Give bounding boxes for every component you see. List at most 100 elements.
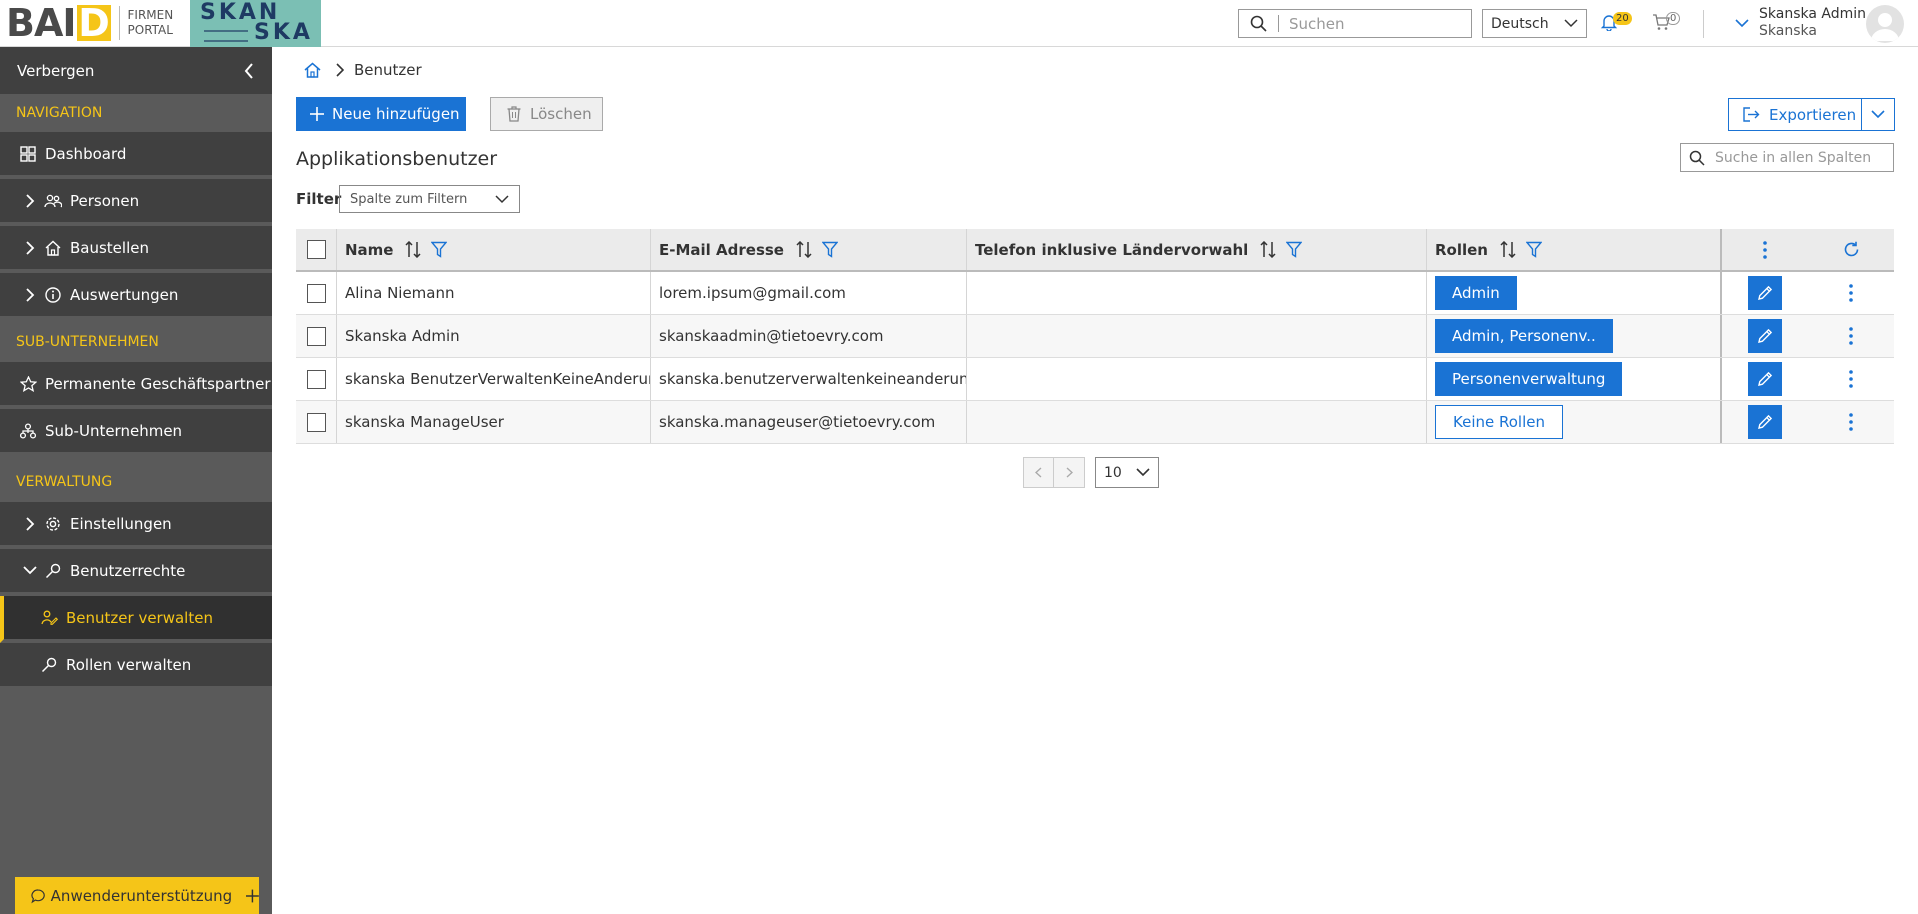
sidebar-item-reports[interactable]: Auswertungen: [0, 273, 272, 320]
row-checkbox[interactable]: [306, 369, 326, 389]
next-page-button[interactable]: [1054, 457, 1085, 488]
table-row[interactable]: skanska BenutzerVerwaltenKeineAnderung s…: [296, 358, 1894, 401]
cell-phone: [967, 358, 1427, 400]
more-vertical-icon[interactable]: [1849, 284, 1853, 302]
user-company: Skanska: [1759, 23, 1817, 39]
more-vertical-icon[interactable]: [1849, 327, 1853, 345]
chevron-down-icon: [18, 566, 42, 575]
home-icon: [42, 240, 64, 256]
chat-icon: [31, 888, 45, 903]
trash-icon: [507, 106, 521, 122]
user-avatar-icon: [1871, 13, 1899, 41]
filter-icon[interactable]: [1286, 241, 1303, 258]
support-button[interactable]: Anwenderunterstützung: [15, 877, 259, 914]
sort-icon[interactable]: [796, 241, 812, 258]
gear-icon: [42, 516, 64, 532]
sidebar-item-partners[interactable]: Permanente Geschäftspartner: [0, 362, 272, 409]
filter-icon[interactable]: [821, 241, 838, 258]
sidebar-item-sites[interactable]: Baustellen: [0, 226, 272, 273]
export-options-button[interactable]: [1861, 98, 1895, 131]
cell-name: Skanska Admin: [337, 315, 651, 357]
info-icon: [42, 286, 64, 303]
prev-page-button[interactable]: [1023, 457, 1054, 488]
refresh-icon[interactable]: [1843, 241, 1860, 258]
grid-icon: [17, 145, 39, 162]
export-button[interactable]: Exportieren: [1728, 98, 1862, 131]
user-name: Skanska Admin: [1759, 6, 1867, 22]
cart-button[interactable]: 0: [1652, 12, 1681, 35]
user-menu[interactable]: Skanska Admin Skanska: [1735, 6, 1866, 40]
section-title-sub-companies: SUB-UNTERNEHMEN: [16, 334, 159, 350]
user-edit-icon: [38, 610, 60, 625]
chevron-right-icon: [18, 516, 42, 531]
sidebar-item-dashboard[interactable]: Dashboard: [0, 132, 272, 179]
edit-button[interactable]: [1748, 405, 1782, 439]
page-size-select[interactable]: 10: [1095, 457, 1159, 488]
sidebar-item-user-rights[interactable]: Benutzerrechte: [0, 549, 272, 596]
role-tag[interactable]: Admin: [1435, 276, 1517, 310]
column-options-icon[interactable]: [1763, 240, 1767, 259]
cell-email: skanskaadmin@tietoevry.com: [651, 315, 967, 357]
table-row[interactable]: Alina Niemann lorem.ipsum@gmail.com Admi…: [296, 272, 1894, 315]
filter-label: Filter: [296, 190, 342, 208]
cell-phone: [967, 315, 1427, 357]
filter-icon[interactable]: [431, 241, 448, 258]
avatar[interactable]: [1866, 5, 1904, 43]
add-new-button[interactable]: Neue hinzufügen: [296, 97, 466, 131]
edit-button[interactable]: [1748, 319, 1782, 353]
sidebar-item-settings[interactable]: Einstellungen: [0, 502, 272, 549]
cell-phone: [967, 401, 1427, 443]
role-tag[interactable]: Personenverwaltung: [1435, 362, 1623, 396]
sidebar-item-persons[interactable]: Personen: [0, 179, 272, 226]
sidebar-item-manage-roles[interactable]: Rollen verwalten: [0, 643, 272, 690]
language-select[interactable]: Deutsch: [1482, 9, 1587, 38]
table-row[interactable]: Skanska Admin skanskaadmin@tietoevry.com…: [296, 315, 1894, 358]
delete-button[interactable]: Löschen: [490, 97, 603, 131]
chevron-right-icon: [336, 63, 344, 77]
more-vertical-icon[interactable]: [1849, 413, 1853, 431]
edit-button[interactable]: [1748, 276, 1782, 310]
sort-icon[interactable]: [1500, 241, 1516, 258]
edit-button[interactable]: [1748, 362, 1782, 396]
chevron-right-icon: [18, 287, 42, 302]
pencil-icon: [1758, 414, 1773, 429]
global-search-input[interactable]: [1279, 14, 1469, 33]
chevron-left-icon: [1035, 467, 1042, 478]
sort-icon[interactable]: [1260, 241, 1276, 258]
sort-icon[interactable]: [405, 241, 422, 258]
global-search[interactable]: [1238, 9, 1472, 38]
main-content: Benutzer Neue hinzufügen Löschen Exporti…: [272, 47, 1918, 914]
sidebar-item-subcompanies[interactable]: Sub-Unternehmen: [0, 409, 272, 456]
users-table: Name E-Mail Adresse Telefon inklusive Lä…: [296, 229, 1894, 444]
select-all-checkbox[interactable]: [306, 240, 326, 259]
row-checkbox[interactable]: [306, 283, 326, 303]
notifications-badge: 20: [1613, 12, 1632, 25]
baid-logo[interactable]: BAID FIRMEN PORTAL: [0, 0, 190, 47]
hierarchy-icon: [17, 422, 39, 439]
table-search-input[interactable]: [1705, 149, 1885, 166]
pencil-icon: [1758, 328, 1773, 343]
cell-name: Alina Niemann: [337, 272, 651, 314]
cell-name: skanska ManageUser: [337, 401, 651, 443]
key-icon: [38, 657, 60, 673]
cell-phone: [967, 272, 1427, 314]
table-row[interactable]: skanska ManageUser skanska.manageuser@ti…: [296, 401, 1894, 444]
filter-icon[interactable]: [1526, 241, 1542, 258]
home-icon[interactable]: [304, 62, 324, 78]
row-checkbox[interactable]: [306, 412, 326, 432]
role-tag[interactable]: Admin, Personenv..: [1435, 319, 1613, 353]
pagination: 10: [1023, 457, 1159, 488]
sidebar-item-manage-users[interactable]: Benutzer verwalten: [0, 596, 272, 643]
more-vertical-icon[interactable]: [1849, 370, 1853, 388]
section-title-administration: VERWALTUNG: [16, 474, 113, 490]
pencil-icon: [1758, 371, 1773, 386]
skanska-logo: SKAN SKA: [190, 0, 321, 47]
notifications-button[interactable]: 20: [1600, 12, 1632, 35]
row-checkbox[interactable]: [306, 326, 326, 346]
role-tag[interactable]: Keine Rollen: [1435, 405, 1563, 439]
sidebar-toggle[interactable]: Verbergen: [0, 47, 272, 94]
chevron-down-icon: [1735, 18, 1749, 27]
pencil-icon: [1758, 285, 1773, 300]
table-search[interactable]: [1680, 143, 1894, 172]
filter-column-select[interactable]: Spalte zum Filtern: [339, 185, 520, 213]
